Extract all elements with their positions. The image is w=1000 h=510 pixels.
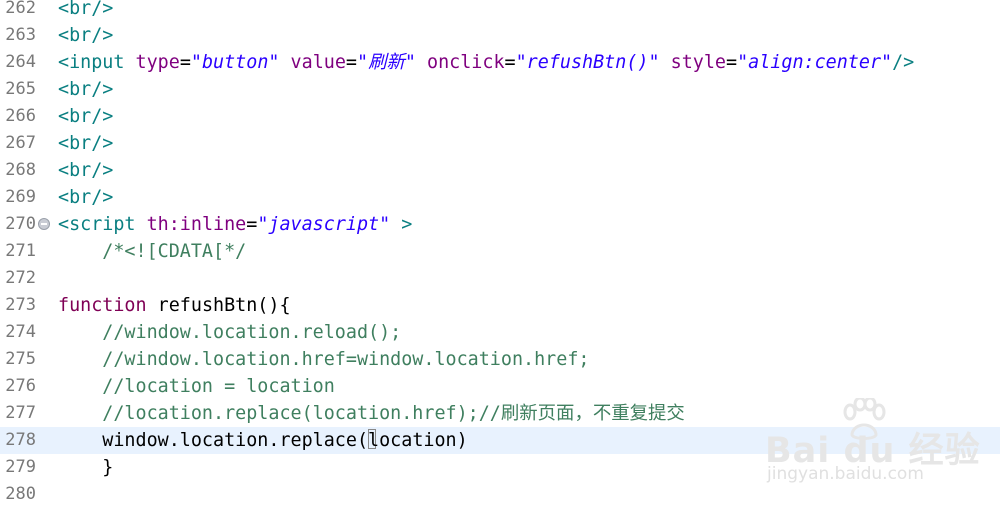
code-token: "javascript" <box>257 214 391 235</box>
code-text[interactable]: <br/> <box>58 184 113 211</box>
code-token: th:inline <box>146 214 247 235</box>
code-text[interactable]: //location = location <box>58 373 335 400</box>
code-token: refushBtn(){ <box>146 295 291 316</box>
code-text[interactable]: <br/> <box>58 157 113 184</box>
code-text[interactable]: <br/> <box>58 0 113 22</box>
code-text[interactable]: } <box>58 454 113 481</box>
code-token: = <box>246 214 258 235</box>
code-line[interactable]: 268 <br/> <box>0 157 1000 184</box>
code-token: function <box>58 295 147 316</box>
code-line[interactable]: 269 <br/> <box>0 184 1000 211</box>
code-token: //window.location.reload(); <box>58 322 402 343</box>
code-token: "refushBtn()" <box>515 52 660 73</box>
code-text[interactable]: //window.location.href=window.location.h… <box>58 346 589 373</box>
code-line[interactable]: 266 <br/> <box>0 103 1000 130</box>
code-text[interactable]: /*<![CDATA[*/ <box>58 238 246 265</box>
line-number: 279 <box>5 457 36 477</box>
code-token: = <box>504 52 516 73</box>
code-line[interactable]: 271 /*<![CDATA[*/ <box>0 238 1000 265</box>
line-number: 275 <box>5 349 36 369</box>
code-line[interactable]: 270 <script th:inline="javascript" > <box>0 211 1000 238</box>
line-number: 262 <box>5 0 36 18</box>
code-token: "button" <box>190 52 280 73</box>
code-token: <br/> <box>58 0 114 19</box>
code-token: <input <box>58 52 136 73</box>
line-number: 267 <box>5 133 36 153</box>
line-number: 268 <box>5 160 36 180</box>
code-token: } <box>58 457 114 478</box>
code-token: onclick <box>427 52 505 73</box>
line-number: 264 <box>5 52 36 72</box>
code-text[interactable]: <script th:inline="javascript" > <box>58 211 412 238</box>
code-line[interactable]: 264 <input type="button" value="刷新" oncli… <box>0 49 1000 76</box>
code-line[interactable]: 272 <box>0 265 1000 292</box>
code-line[interactable]: 276 //location = location <box>0 373 1000 400</box>
line-number: 276 <box>5 376 36 396</box>
code-text[interactable]: window.location.replace(location) <box>58 427 468 454</box>
code-text[interactable]: <br/> <box>58 103 113 130</box>
line-number: 269 <box>5 187 36 207</box>
code-token: <br/> <box>58 106 114 127</box>
code-token: = <box>726 52 738 73</box>
code-text[interactable]: //window.location.reload(); <box>58 319 401 346</box>
line-number: 265 <box>5 79 36 99</box>
fold-collapse-icon[interactable] <box>38 218 50 230</box>
line-number: 278 <box>5 430 36 450</box>
code-line[interactable]: 263 <br/> <box>0 22 1000 49</box>
baidu-jingyan-watermark: Bai du 经验 jingyan.baidu.com <box>765 398 1000 498</box>
code-text[interactable]: <input type="button" value="刷新" onclick=… <box>58 49 914 76</box>
line-number: 277 <box>5 403 36 423</box>
code-token: <br/> <box>58 79 114 100</box>
code-text[interactable]: <br/> <box>58 76 113 103</box>
code-token: <script <box>58 214 147 235</box>
code-token: <br/> <box>58 133 114 154</box>
code-token: = <box>179 52 191 73</box>
code-line[interactable]: 262 <br/> <box>0 0 1000 22</box>
line-number: 263 <box>5 25 36 45</box>
code-token: <br/> <box>58 160 114 181</box>
code-token: //location.replace(location.href);//刷新页面… <box>58 403 685 424</box>
code-token: /> <box>892 52 915 73</box>
code-token: window.location.replace( <box>58 430 369 451</box>
code-line[interactable]: 275 //window.location.href=window.locati… <box>0 346 1000 373</box>
code-token: location) <box>368 430 468 451</box>
code-token: <br/> <box>58 25 114 46</box>
line-number: 280 <box>5 484 36 504</box>
code-line[interactable]: 265 <br/> <box>0 76 1000 103</box>
code-token: = <box>345 52 357 73</box>
code-token: "刷新" <box>357 52 416 73</box>
code-token: //window.location.href=window.location.h… <box>58 349 590 370</box>
code-text[interactable]: <br/> <box>58 130 113 157</box>
code-text[interactable]: //location.replace(location.href);//刷新页面… <box>58 400 685 427</box>
line-number: 266 <box>5 106 36 126</box>
code-line[interactable]: 267 <br/> <box>0 130 1000 157</box>
watermark-url: jingyan.baidu.com <box>767 464 924 484</box>
code-token: > <box>390 214 413 235</box>
code-token: //location = location <box>58 376 335 397</box>
code-text[interactable]: <br/> <box>58 22 113 49</box>
code-line[interactable]: 273 function refushBtn(){ <box>0 292 1000 319</box>
code-token: /*<![CDATA[*/ <box>58 241 247 262</box>
line-number: 271 <box>5 241 36 261</box>
code-token: value <box>290 52 346 73</box>
line-number: 270 <box>5 214 36 234</box>
code-text[interactable]: function refushBtn(){ <box>58 292 291 319</box>
line-number: 274 <box>5 322 36 342</box>
code-token: "align:center" <box>737 52 893 73</box>
line-number: 273 <box>5 295 36 315</box>
code-token: type <box>135 52 180 73</box>
code-line[interactable]: 274 //window.location.reload(); <box>0 319 1000 346</box>
code-token: <br/> <box>58 187 114 208</box>
line-number: 272 <box>5 268 36 288</box>
code-token: style <box>670 52 726 73</box>
